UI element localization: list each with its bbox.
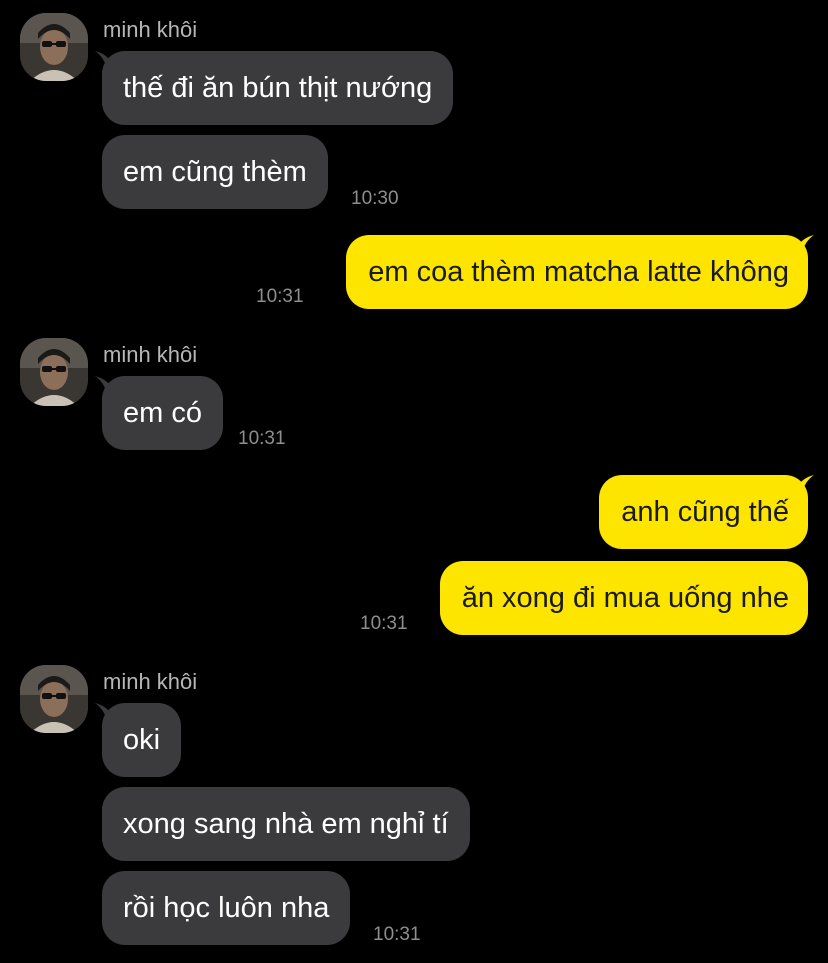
message-bubble[interactable]: em có [102,376,223,450]
message-bubble[interactable]: anh cũng thế [599,475,808,549]
sender-name: minh khôi [103,342,198,367]
message-bubble[interactable]: rồi học luôn nha [102,871,351,945]
profile-photo-icon [20,338,88,406]
message-bubble[interactable]: thế đi ăn bún thịt nướng [102,51,454,125]
message-bubble[interactable]: em cũng thèm [102,135,328,209]
profile-photo-icon [20,665,88,733]
contact-avatar[interactable] [20,13,88,81]
message-timestamp: 10:30 [351,188,399,209]
message-bubble[interactable]: oki [102,703,182,777]
message-bubble[interactable]: xong sang nhà em nghỉ tí [102,787,470,861]
contact-avatar[interactable] [20,665,88,733]
message-timestamp: 10:31 [256,286,304,307]
message-bubble[interactable]: ăn xong đi mua uống nhe [439,561,808,635]
profile-photo-icon [20,13,88,81]
message-timestamp: 10:31 [238,428,286,449]
message-timestamp: 10:31 [360,613,408,634]
message-timestamp: 10:31 [373,924,421,945]
sender-name: minh khôi [103,669,198,694]
contact-avatar[interactable] [20,338,88,406]
message-bubble[interactable]: em coa thèm matcha latte không [346,235,808,309]
sender-name: minh khôi [103,17,198,42]
